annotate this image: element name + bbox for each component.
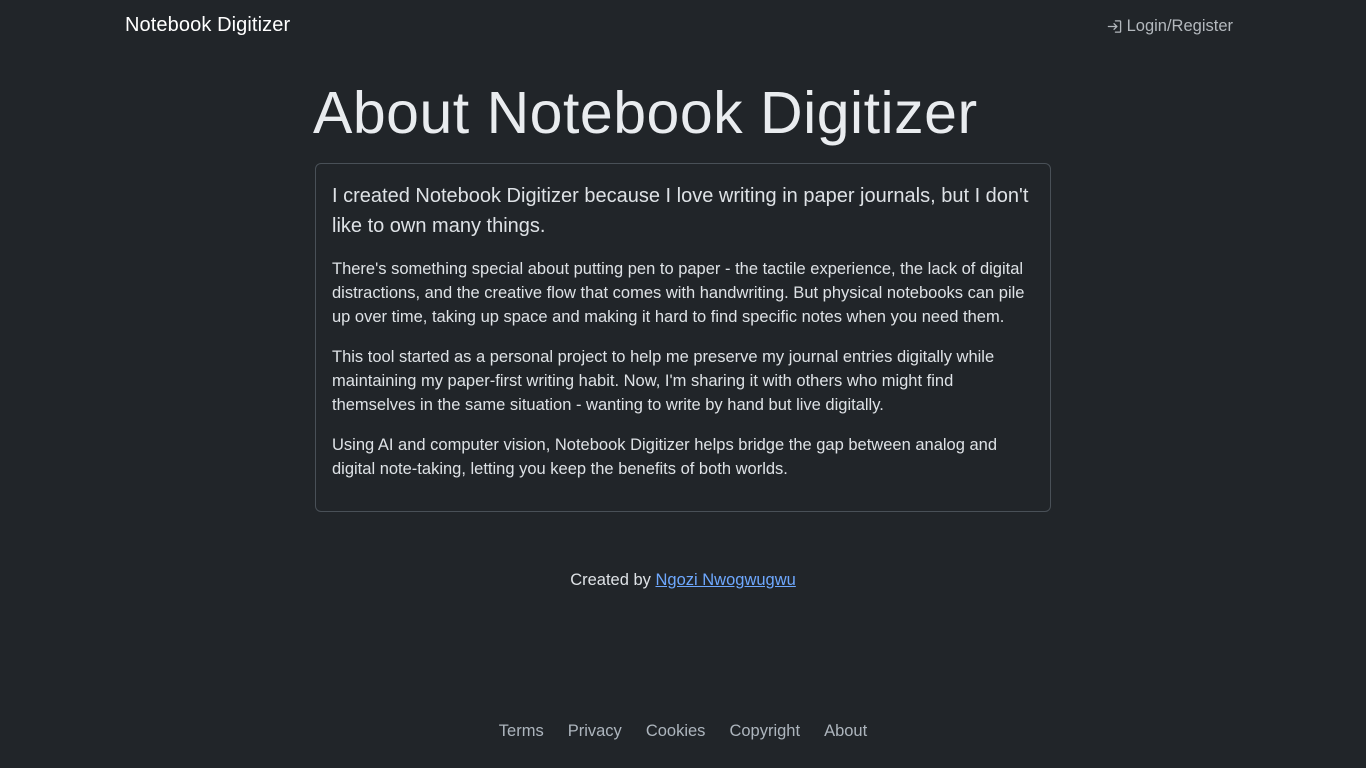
main-content: About Notebook Digitizer I created Noteb… <box>313 78 1051 512</box>
about-paragraph: This tool started as a personal project … <box>332 347 995 414</box>
footer-link-terms[interactable]: Terms <box>499 722 544 741</box>
login-register-label: Login/Register <box>1126 17 1233 35</box>
page-title: About Notebook Digitizer <box>313 80 978 146</box>
navbar: Notebook Digitizer Login/Register <box>0 0 1366 56</box>
author-link[interactable]: Ngozi Nwogwugwu <box>655 571 795 589</box>
brand-link[interactable]: Notebook Digitizer <box>125 14 290 37</box>
footer-link-copyright[interactable]: Copyright <box>729 722 800 741</box>
footer-link-privacy[interactable]: Privacy <box>568 722 622 741</box>
lead-paragraph: I created Notebook Digitizer because I l… <box>332 184 1029 237</box>
login-arrow-icon <box>1107 19 1122 34</box>
about-paragraph: There's something special about putting … <box>332 259 1025 326</box>
footer-link-about[interactable]: About <box>824 722 867 741</box>
credit-prefix: Created by <box>570 571 656 589</box>
about-paragraph: Using AI and computer vision, Notebook D… <box>332 435 998 478</box>
login-register-link[interactable]: Login/Register <box>1107 17 1233 36</box>
footer-link-cookies[interactable]: Cookies <box>646 722 706 741</box>
footer-nav: Terms Privacy Cookies Copyright About <box>0 722 1366 741</box>
about-card: I created Notebook Digitizer because I l… <box>315 162 1051 512</box>
author-credit: Created by Ngozi Nwogwugwu <box>0 571 1366 590</box>
